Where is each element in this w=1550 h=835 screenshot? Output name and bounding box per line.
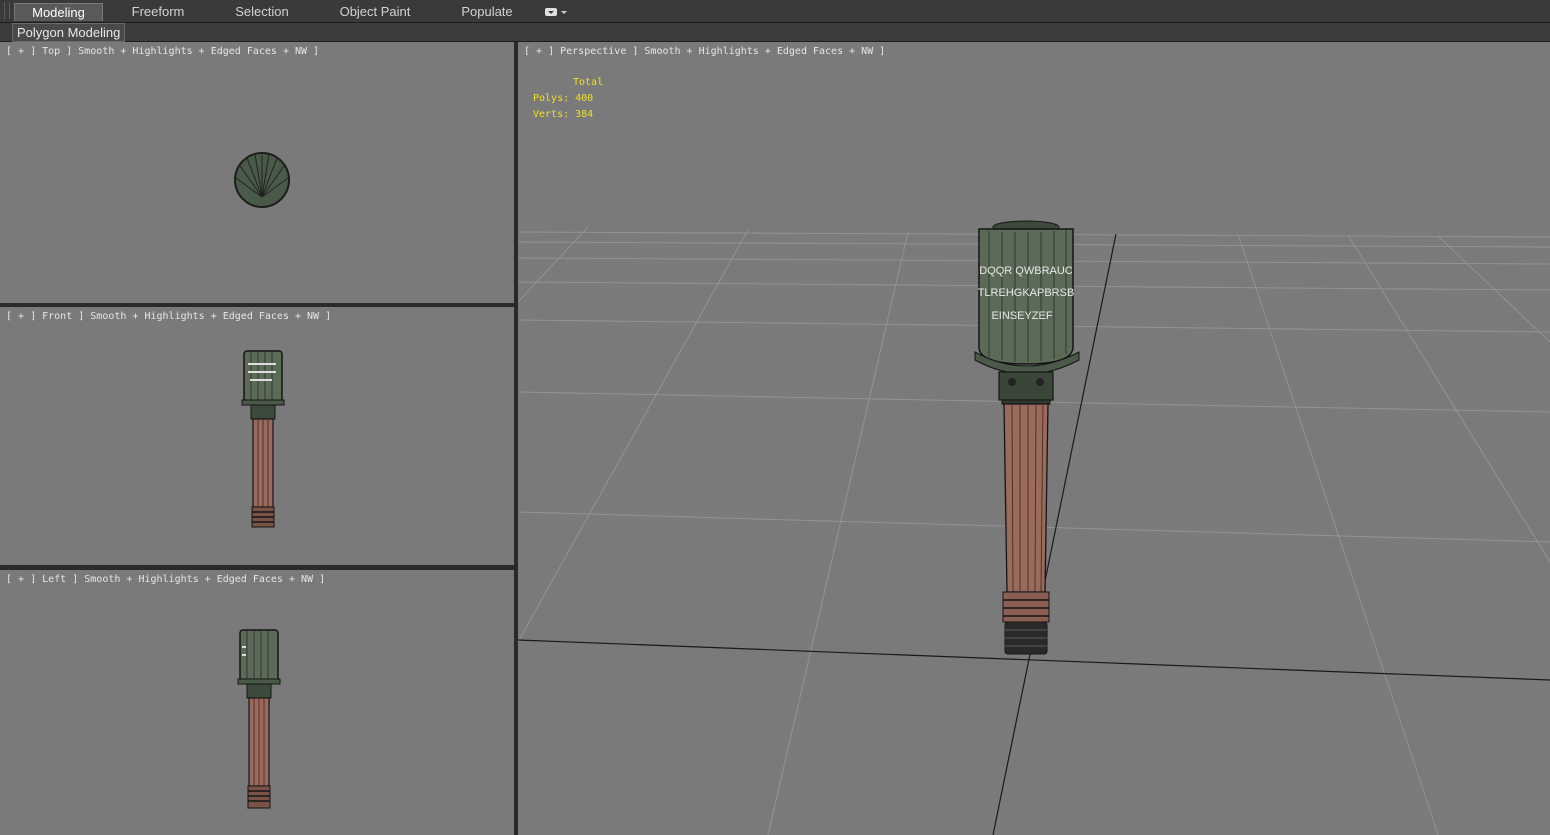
ribbon-options-dropdown[interactable]	[544, 6, 568, 18]
polygon-modeling-panel-button[interactable]: Polygon Modeling	[12, 23, 126, 42]
ribbon-grip-handle[interactable]	[4, 2, 10, 19]
tab-object-paint[interactable]: Object Paint	[330, 3, 420, 20]
chevron-down-icon	[561, 11, 567, 14]
top-view-model	[234, 152, 290, 208]
viewport-front[interactable]: [ + ] Front ] Smooth + Highlights + Edge…	[0, 307, 514, 565]
viewport-perspective-label[interactable]: [ + ] Perspective ] Smooth + Highlights …	[524, 46, 885, 57]
grenade-model: DQQR QWBRAUC TLREHGKAPBRSB EINSEYZEF	[974, 220, 1080, 655]
viewport-perspective[interactable]: DQQR QWBRAUC TLREHGKAPBRSB EINSEYZEF [ +…	[518, 42, 1550, 835]
ribbon-bar: Modeling Freeform Selection Object Paint…	[0, 0, 1550, 23]
grenade-decal-line-2: TLREHGKAPBRSB	[978, 287, 1075, 299]
perspective-scene: DQQR QWBRAUC TLREHGKAPBRSB EINSEYZEF	[518, 220, 1550, 835]
front-view-model	[241, 350, 285, 528]
tab-modeling[interactable]: Modeling	[14, 3, 103, 21]
viewport-divider-top-front[interactable]	[0, 303, 514, 307]
stats-polys: Polys: 400	[533, 93, 594, 104]
viewport-top[interactable]: [ + ] Top ] Smooth + Highlights + Edged …	[0, 42, 514, 303]
tab-freeform[interactable]: Freeform	[120, 3, 196, 20]
stats-verts: Verts: 384	[533, 109, 594, 120]
viewport-left[interactable]: [ + ] Left ] Smooth + Highlights + Edged…	[0, 570, 514, 835]
tab-selection[interactable]: Selection	[222, 3, 302, 20]
tab-populate[interactable]: Populate	[452, 3, 522, 20]
stats-header: Total	[573, 77, 604, 88]
viewport-divider-front-left[interactable]	[0, 565, 514, 570]
grenade-decal-line-3: EINSEYZEF	[991, 310, 1052, 322]
grenade-decal-line-1: DQQR QWBRAUC	[979, 265, 1073, 277]
left-view-model	[237, 629, 281, 809]
ribbon-panel-bar: Polygon Modeling	[0, 23, 1550, 42]
